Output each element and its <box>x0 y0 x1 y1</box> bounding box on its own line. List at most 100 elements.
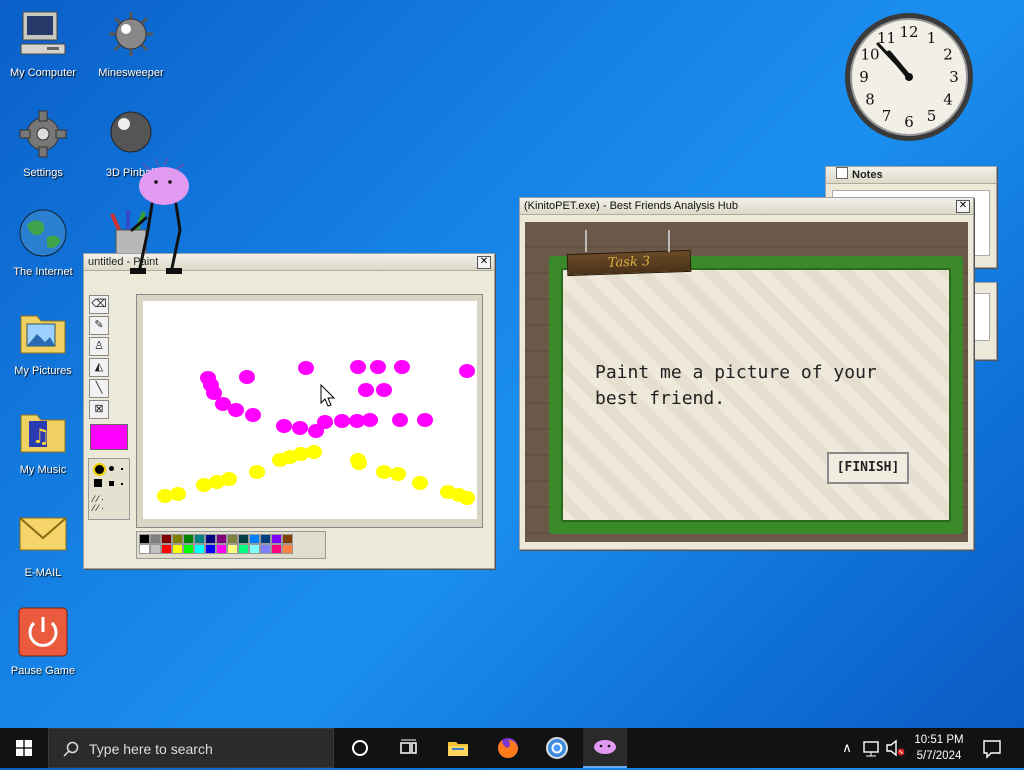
kinito-window[interactable]: (KinitoPET.exe) - Best Friends Analysis … <box>519 197 974 550</box>
analog-clock: 12 1234567891011 <box>845 13 973 141</box>
palette-swatch[interactable] <box>150 534 161 544</box>
palette-swatch[interactable] <box>194 544 205 554</box>
palette-swatch[interactable] <box>238 544 249 554</box>
svg-text:♫: ♫ <box>32 424 50 448</box>
paint-window[interactable]: untitled - Paint ✕ ⌫✎ ♙◭ ╲⊠ ⁄ ⁄ · ⁄ ⁄ · <box>83 253 495 569</box>
palette-swatch[interactable] <box>271 534 282 544</box>
yellow-paint-dot <box>351 456 367 470</box>
palette-swatch[interactable] <box>150 544 161 554</box>
clock-numeral: 10 <box>860 46 879 64</box>
clock-numeral: 6 <box>904 113 914 131</box>
magenta-paint-dot <box>350 360 366 374</box>
magenta-paint-dot <box>394 360 410 374</box>
clock-numeral: 1 <box>927 29 937 47</box>
kinito-taskbar-button[interactable] <box>583 728 627 768</box>
current-color-swatch <box>90 424 128 450</box>
brush-size-options[interactable]: ⁄ ⁄ · ⁄ ⁄ · <box>88 458 130 520</box>
palette-swatch[interactable] <box>216 544 227 554</box>
clock-tray[interactable]: 10:51 PM 5/7/2024 <box>906 732 972 764</box>
file-explorer-icon[interactable] <box>444 734 472 762</box>
task-view-icon[interactable] <box>394 734 422 762</box>
palette-swatch[interactable] <box>271 544 282 554</box>
kinito-titlebar[interactable]: (KinitoPET.exe) - Best Friends Analysis … <box>520 198 973 215</box>
palette-swatch[interactable] <box>139 544 150 554</box>
desktop-icon-label: Minesweeper <box>98 67 164 79</box>
start-button[interactable] <box>0 728 48 768</box>
brush-size-small[interactable] <box>121 468 123 470</box>
search-placeholder: Type here to search <box>89 741 213 757</box>
kinito-pet-character[interactable] <box>128 158 198 276</box>
desktop-icon-settings[interactable]: Settings <box>4 108 82 179</box>
notes-titlebar[interactable]: Notes <box>826 167 996 184</box>
palette-swatch[interactable] <box>183 534 194 544</box>
kinito-close-button[interactable]: ✕ <box>956 200 970 213</box>
line-tool[interactable]: ╲ <box>89 379 109 398</box>
clear-tool[interactable]: ⊠ <box>89 400 109 419</box>
paint-close-button[interactable]: ✕ <box>477 256 491 269</box>
globe-icon <box>19 209 67 257</box>
palette-swatch[interactable] <box>227 534 238 544</box>
magenta-paint-dot <box>239 370 255 384</box>
windows-logo-icon <box>16 740 32 756</box>
palette-swatch[interactable] <box>249 544 260 554</box>
pencil-tool[interactable]: ✎ <box>89 316 109 335</box>
notes-icon <box>836 167 848 179</box>
yellow-paint-dot <box>170 487 186 501</box>
palette-swatch[interactable] <box>216 534 227 544</box>
finish-button[interactable]: [FINISH] <box>827 452 909 484</box>
palette-swatch[interactable] <box>161 534 172 544</box>
eraser-tool[interactable]: ⌫ <box>89 295 109 314</box>
clock-numeral: 7 <box>882 107 892 125</box>
desktop-icon-the-internet[interactable]: The Internet <box>4 207 82 278</box>
paint-canvas[interactable] <box>143 301 477 519</box>
magenta-paint-dot <box>298 361 314 375</box>
search-box[interactable]: Type here to search <box>48 728 334 768</box>
palette-swatch[interactable] <box>194 534 205 544</box>
palette-swatch[interactable] <box>282 544 293 554</box>
clock-numeral: 5 <box>927 107 937 125</box>
notification-icon[interactable] <box>978 734 1006 762</box>
magenta-paint-dot <box>417 413 433 427</box>
desktop-icon-my-music[interactable]: ♫ My Music <box>4 405 82 476</box>
palette-swatch[interactable] <box>172 534 183 544</box>
palette-swatch[interactable] <box>260 534 271 544</box>
brush-size-medium[interactable] <box>109 466 114 471</box>
brush-square-small[interactable] <box>121 483 123 485</box>
palette-swatch[interactable] <box>172 544 183 554</box>
palette-swatch[interactable] <box>161 544 172 554</box>
yellow-paint-dot <box>390 467 406 481</box>
fill-tool[interactable]: ◭ <box>89 358 109 377</box>
palette-swatch[interactable] <box>205 544 216 554</box>
desktop-icon-label: Settings <box>23 167 63 179</box>
palette-swatch[interactable] <box>205 534 216 544</box>
clock-numeral: 9 <box>859 68 869 86</box>
volume-muted-icon[interactable] <box>881 734 909 762</box>
kinito-taskbar-icon <box>594 740 616 754</box>
palette-swatch[interactable] <box>282 534 293 544</box>
palette-swatch[interactable] <box>139 534 150 544</box>
desktop-icon-minesweeper[interactable]: Minesweeper <box>92 8 170 79</box>
firefox-icon[interactable] <box>494 734 522 762</box>
desktop-icon-pause-game[interactable]: Pause Game <box>4 606 82 677</box>
palette-swatch[interactable] <box>249 534 260 544</box>
palette-swatch[interactable] <box>260 544 271 554</box>
brush-slash-options[interactable]: ⁄ ⁄ · ⁄ ⁄ · <box>93 495 104 513</box>
palette-swatch[interactable] <box>238 534 249 544</box>
cortana-icon[interactable] <box>346 734 374 762</box>
brush-square-large[interactable] <box>94 479 102 487</box>
brush-square-medium[interactable] <box>109 481 114 486</box>
desktop-icon-e-mail[interactable]: E-MAIL <box>4 508 82 579</box>
clock-numeral: 2 <box>943 46 953 64</box>
desktop-icon-my-computer[interactable]: My Computer <box>4 8 82 79</box>
chrome-icon[interactable] <box>543 734 571 762</box>
brush-tool[interactable]: ♙ <box>89 337 109 356</box>
palette-swatch[interactable] <box>227 544 238 554</box>
brush-size-large[interactable] <box>93 463 106 476</box>
yellow-paint-dot <box>459 491 475 505</box>
sign-rope-right <box>668 230 670 252</box>
clock-numeral: 8 <box>865 91 875 109</box>
desktop-icon-my-pictures[interactable]: My Pictures <box>4 306 82 377</box>
desktop-icon-label: Pause Game <box>10 665 76 677</box>
palette-swatch[interactable] <box>183 544 194 554</box>
magenta-paint-dot <box>245 408 261 422</box>
